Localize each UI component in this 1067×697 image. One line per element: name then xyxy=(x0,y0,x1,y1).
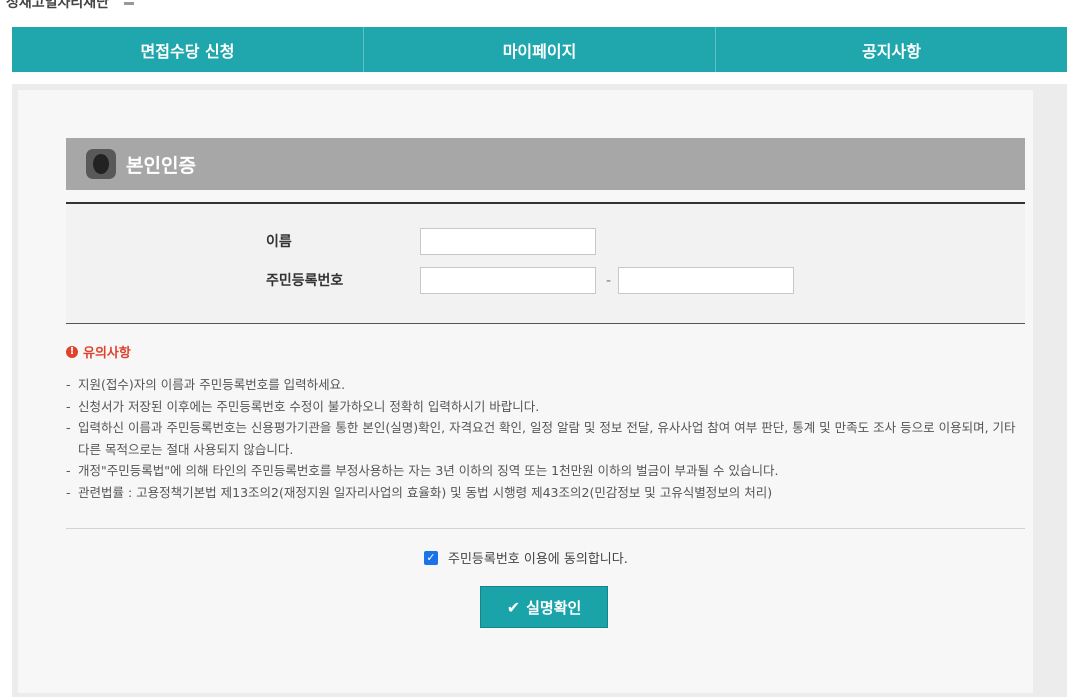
notice-item: 개정"주민등록법"에 의해 타인의 주민등록번호를 부정사용하는 자는 3년 이… xyxy=(66,460,1026,482)
rrn-dash: - xyxy=(606,273,612,289)
content-panel: 본인인증 이름 주민등록번호 - ! 유의사항 지원(접수)자의 이름과 주민등… xyxy=(18,90,1033,693)
section-title: 본인인증 xyxy=(126,154,196,177)
notice-list: 지원(접수)자의 이름과 주민등록번호를 입력하세요. 신청서가 저장된 이후에… xyxy=(66,374,1026,503)
notice-item: 입력하신 이름과 주민등록번호는 신용평가기관을 통한 본인(실명)확인, 자격… xyxy=(66,417,1026,460)
identity-icon xyxy=(86,149,116,179)
divider xyxy=(66,528,1025,529)
main-content: 본인인증 이름 주민등록번호 - ! 유의사항 지원(접수)자의 이름과 주민등… xyxy=(12,84,1067,697)
agree-label: 주민등록번호 이용에 동의합니다. xyxy=(448,552,628,567)
nav-item-notice[interactable]: 공지사항 xyxy=(716,27,1067,72)
rrn-label: 주민등록번호 xyxy=(266,273,344,289)
confirm-button[interactable]: ✔ 실명확인 xyxy=(480,586,608,628)
logo-text: 정새고일자리재단 xyxy=(6,0,110,11)
nav-item-apply[interactable]: 면접수당 신청 xyxy=(12,27,364,72)
notice-item: 신청서가 저장된 이후에는 주민등록번호 수정이 불가하오니 정확히 입력하시기… xyxy=(66,396,1026,418)
name-input[interactable] xyxy=(420,228,596,255)
rrn-front-input[interactable] xyxy=(420,267,596,294)
notice-title: ! 유의사항 xyxy=(66,342,131,361)
logo-mark xyxy=(123,1,134,5)
name-row: 이름 xyxy=(66,228,1025,256)
verification-form: 이름 주민등록번호 - xyxy=(66,202,1025,324)
section-header: 본인인증 xyxy=(66,138,1025,190)
check-icon: ✔ xyxy=(506,597,521,617)
name-label: 이름 xyxy=(266,234,292,250)
notice-item: 지원(접수)자의 이름과 주민등록번호를 입력하세요. xyxy=(66,374,1026,396)
site-logo[interactable]: 정새고일자리재단 xyxy=(0,0,134,12)
agree-checkbox-row[interactable]: ✓ 주민등록번호 이용에 동의합니다. xyxy=(424,548,628,567)
rrn-row: 주민등록번호 - xyxy=(66,267,1025,295)
notice-title-text: 유의사항 xyxy=(83,346,131,361)
nav-item-mypage[interactable]: 마이페이지 xyxy=(364,27,716,72)
rrn-back-input[interactable] xyxy=(618,267,794,294)
warning-icon: ! xyxy=(66,345,78,358)
confirm-button-label: 실명확인 xyxy=(526,598,582,617)
agree-checkbox[interactable]: ✓ xyxy=(424,550,438,565)
top-nav: 면접수당 신청 마이페이지 공지사항 xyxy=(12,27,1067,72)
notice-item: 관련법률 : 고용정책기본법 제13조의2(재정지원 일자리사업의 효율화) 및… xyxy=(66,482,1026,504)
